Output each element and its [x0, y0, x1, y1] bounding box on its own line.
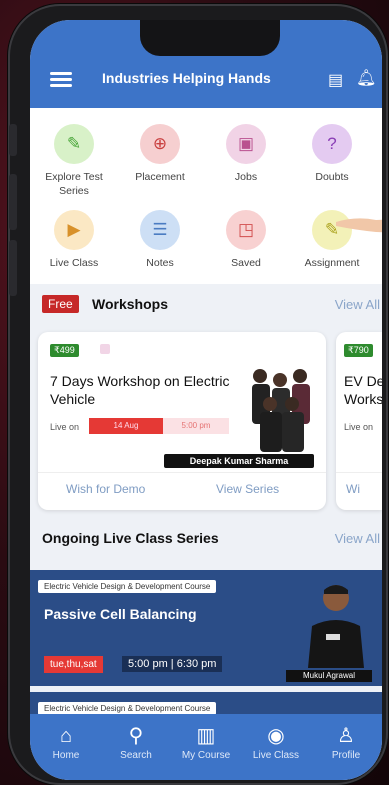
phone-frame: Industries Helping Hands ▤ 🔔︎ ✎ Explore … — [8, 4, 388, 785]
nav-label: Home — [52, 750, 80, 761]
nav-label: Profile — [331, 750, 361, 761]
price-badge: ₹790 — [344, 344, 373, 357]
workshop-time: 5:00 pm — [163, 418, 229, 434]
book-icon: ▥ — [196, 725, 216, 747]
bookmark-icon: ◳ — [226, 210, 266, 250]
price-badge: ₹499 — [50, 344, 79, 357]
mentor-photo — [308, 585, 364, 668]
profile-icon: ♙ — [337, 725, 355, 747]
category-doubts[interactable]: ? Doubts — [290, 124, 374, 184]
workshops-header: Free Workshops View All — [30, 292, 382, 316]
live-class-card[interactable]: Electric Vehicle Design & Development Co… — [30, 570, 382, 686]
category-label: Placement — [135, 171, 185, 183]
phone-volume-up — [9, 174, 17, 230]
workshops-title: Workshops — [92, 296, 168, 312]
live-series-title: Ongoing Live Class Series — [42, 530, 219, 546]
nav-label: Search — [120, 750, 152, 761]
nav-my-course[interactable]: ▥ My Course — [176, 724, 236, 761]
search-icon: ⚲ — [128, 725, 144, 747]
placement-icon: ⊕ — [140, 124, 180, 164]
live-on-label: Live on — [344, 422, 374, 432]
category-label: Explore Test Series — [45, 171, 103, 197]
wish-for-demo-button[interactable]: Wish for Demo — [66, 482, 145, 496]
category-live-class[interactable]: ▶ Live Class — [32, 210, 116, 270]
category-label: Jobs — [234, 171, 258, 183]
phone-volume-down — [9, 240, 17, 296]
live-class-icon: ▶ — [54, 210, 94, 250]
mentor-name: Mukul Agrawal — [286, 670, 372, 682]
class-days: tue,thu,sat — [44, 656, 103, 673]
notes-icon: ☰ — [140, 210, 180, 250]
nav-search[interactable]: ⚲ Search — [106, 724, 166, 761]
workshop-title: EV Design Workshop — [344, 373, 382, 407]
instructor-photo — [244, 358, 318, 454]
class-times: 5:00 pm | 6:30 pm — [122, 656, 223, 672]
test-icon: ✎ — [54, 124, 94, 164]
category-grid: ✎ Explore Test Series ⊕ Placement ▣ Jobs… — [30, 108, 382, 284]
category-label: Notes — [146, 257, 174, 269]
category-notes[interactable]: ☰ Notes — [118, 210, 202, 270]
card-divider — [38, 472, 326, 473]
instructor-name: Deepak Kumar Sharma — [164, 454, 314, 468]
category-explore-test-series[interactable]: ✎ Explore Test Series — [32, 124, 116, 198]
briefcase-icon: ▣ — [226, 124, 266, 164]
doubt-icon: ? — [312, 124, 352, 164]
free-badge: Free — [42, 295, 79, 313]
bell-icon[interactable]: 🔔︎ — [356, 68, 376, 88]
card-divider — [336, 472, 382, 473]
phone-side-button — [9, 124, 17, 156]
pointing-hand-graphic — [336, 218, 382, 233]
live-class-title: Passive Cell Balancing — [44, 606, 197, 622]
nav-label: My Course — [181, 750, 231, 761]
tag-chip — [100, 344, 110, 354]
play-icon: ◉ — [267, 725, 285, 747]
workshop-date: 14 Aug — [89, 418, 163, 434]
workshops-view-all-link[interactable]: View All — [335, 297, 380, 312]
wish-for-demo-button[interactable]: Wi — [346, 482, 360, 496]
nav-label: Live Class — [252, 750, 300, 761]
category-label: Live Class — [49, 257, 99, 269]
app-title: Industries Helping Hands — [102, 70, 271, 86]
category-label: Saved — [231, 257, 261, 269]
live-on-label: Live on — [50, 422, 80, 432]
phone-screen: Industries Helping Hands ▤ 🔔︎ ✎ Explore … — [30, 20, 382, 780]
category-placement[interactable]: ⊕ Placement — [118, 124, 202, 184]
menu-icon[interactable] — [50, 72, 72, 87]
category-saved[interactable]: ◳ Saved — [204, 210, 288, 270]
view-series-button[interactable]: View Series — [216, 482, 279, 496]
live-series-view-all-link[interactable]: View All — [335, 531, 380, 546]
category-jobs[interactable]: ▣ Jobs — [204, 124, 288, 184]
live-series-header: Ongoing Live Class Series View All — [30, 526, 382, 550]
category-label: Doubts — [315, 171, 349, 183]
workshop-card[interactable]: ₹790 EV Design Workshop Live on Wi — [336, 332, 382, 510]
nav-live-class[interactable]: ◉ Live Class — [246, 724, 306, 761]
home-icon: ⌂ — [59, 725, 73, 747]
nav-home[interactable]: ⌂ Home — [36, 724, 96, 761]
bottom-nav: ⌂ Home ⚲ Search ▥ My Course ◉ Live Class… — [30, 714, 382, 780]
nav-profile[interactable]: ♙ Profile — [316, 724, 376, 761]
workshop-card[interactable]: ₹499 7 Days Workshop on Electric Vehicle… — [38, 332, 326, 510]
cart-icon[interactable]: ▤ — [328, 70, 343, 90]
category-label: Assignment — [304, 257, 360, 269]
course-chip: Electric Vehicle Design & Development Co… — [38, 580, 217, 593]
phone-notch — [140, 20, 280, 56]
workshop-title: 7 Days Workshop on Electric Vehicle — [50, 373, 230, 407]
